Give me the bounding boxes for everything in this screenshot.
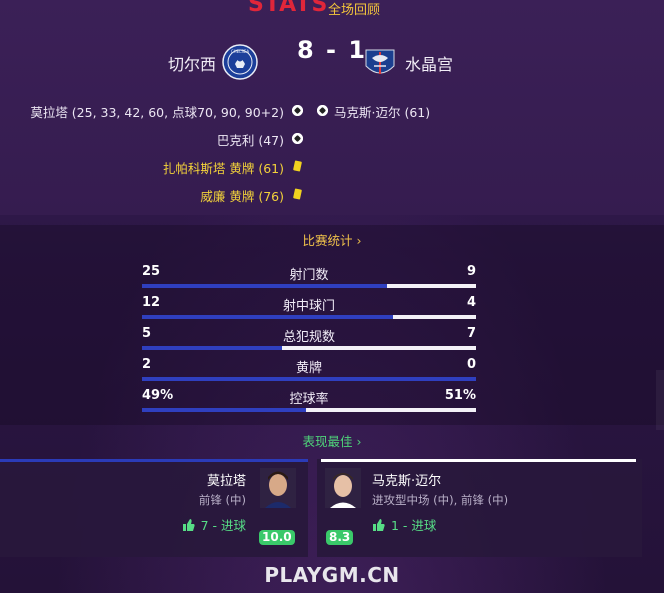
- stat-bar-home-fill: [142, 284, 388, 288]
- goal-ball-icon: [292, 105, 303, 116]
- away-goal-event[interactable]: 马克斯·迈尔 (61): [334, 102, 430, 121]
- stat-away-value: 51%: [444, 388, 476, 403]
- match-recap-link[interactable]: 全场回顾: [328, 0, 380, 18]
- stat-row-shots: 25 射门数 9: [142, 264, 476, 292]
- stat-bar: [142, 408, 476, 412]
- stat-bar: [142, 284, 476, 288]
- away-best-player-card[interactable]: 马克斯·迈尔 进攻型中场 (中), 前锋 (中) 1 - 进球 8.3: [317, 459, 642, 557]
- player-position: 前锋 (中): [198, 493, 246, 507]
- player-goals-text: 1 - 进球: [391, 518, 437, 533]
- watermark: PLAYGM.CN: [264, 563, 400, 587]
- stats-logo: STATS: [248, 0, 329, 17]
- stat-away-value: 9: [466, 264, 476, 279]
- home-best-player-card[interactable]: 莫拉塔 前锋 (中) 7 - 进球 10.0: [0, 459, 308, 557]
- scroll-edge: [656, 370, 664, 430]
- player-avatar-icon: [260, 468, 296, 508]
- crystal-palace-crest-icon: [365, 49, 395, 74]
- thumbs-up-icon: [373, 519, 385, 531]
- stat-label: 射门数: [289, 268, 329, 283]
- player-rating: 8.3: [326, 530, 354, 545]
- player-goals-text: 7 - 进球: [200, 518, 246, 533]
- goal-ball-icon: [317, 105, 328, 116]
- stat-row-fouls: 5 总犯规数 7: [142, 326, 476, 354]
- player-avatar-icon: [325, 468, 361, 508]
- stat-label: 射中球门: [282, 299, 335, 314]
- player-goals: 7 - 进球: [182, 515, 246, 534]
- stat-label: 控球率: [289, 392, 329, 407]
- match-stats-link[interactable]: 比赛统计 ›: [303, 233, 362, 248]
- stat-label: 黄牌: [295, 361, 322, 376]
- card-accent-bar: [321, 459, 636, 462]
- player-name: 莫拉塔: [206, 474, 246, 489]
- stat-row-possession: 49% 控球率 51%: [142, 388, 476, 416]
- match-stats-header: 比赛统计 ›: [0, 230, 664, 249]
- home-booking-event[interactable]: 扎帕科斯塔 黄牌 (61): [163, 158, 284, 177]
- stat-away-value: 0: [466, 357, 476, 372]
- stat-away-value: 7: [466, 326, 476, 341]
- stat-row-yellow-cards: 2 黄牌 0: [142, 357, 476, 385]
- player-rating: 10.0: [259, 530, 295, 545]
- home-team-name: 切尔西: [168, 55, 217, 74]
- best-performers-link[interactable]: 表现最佳 ›: [303, 434, 362, 449]
- card-accent-bar: [0, 459, 308, 462]
- stat-bar-home-fill: [142, 346, 283, 350]
- goal-ball-icon: [292, 133, 303, 144]
- stat-bar-home-fill: [142, 315, 393, 319]
- stat-label: 总犯规数: [282, 330, 335, 345]
- stat-bar: [142, 315, 476, 319]
- player-position: 进攻型中场 (中), 前锋 (中): [372, 493, 509, 507]
- stat-bar-home-fill: [142, 377, 476, 381]
- chelsea-crest-icon: CHELSEA: [222, 44, 258, 80]
- home-booking-event[interactable]: 威廉 黄牌 (76): [200, 186, 284, 205]
- thumbs-up-icon: [182, 519, 195, 531]
- stat-bar: [142, 346, 476, 350]
- stat-bar-home-fill: [142, 408, 306, 412]
- stat-away-value: 4: [466, 295, 476, 310]
- home-goal-event[interactable]: 巴克利 (47): [217, 130, 284, 149]
- crest-text: CHELSEA: [231, 49, 250, 54]
- away-team-name: 水晶宫: [405, 55, 454, 74]
- home-goal-event[interactable]: 莫拉塔 (25, 33, 42, 60, 点球70, 90, 90+2): [30, 102, 284, 121]
- best-performers-header: 表现最佳 ›: [0, 431, 664, 450]
- player-goals: 1 - 进球: [372, 515, 436, 534]
- player-name: 马克斯·迈尔: [372, 474, 442, 489]
- stat-row-shots-on-target: 12 射中球门 4: [142, 295, 476, 323]
- stat-bar: [142, 377, 476, 381]
